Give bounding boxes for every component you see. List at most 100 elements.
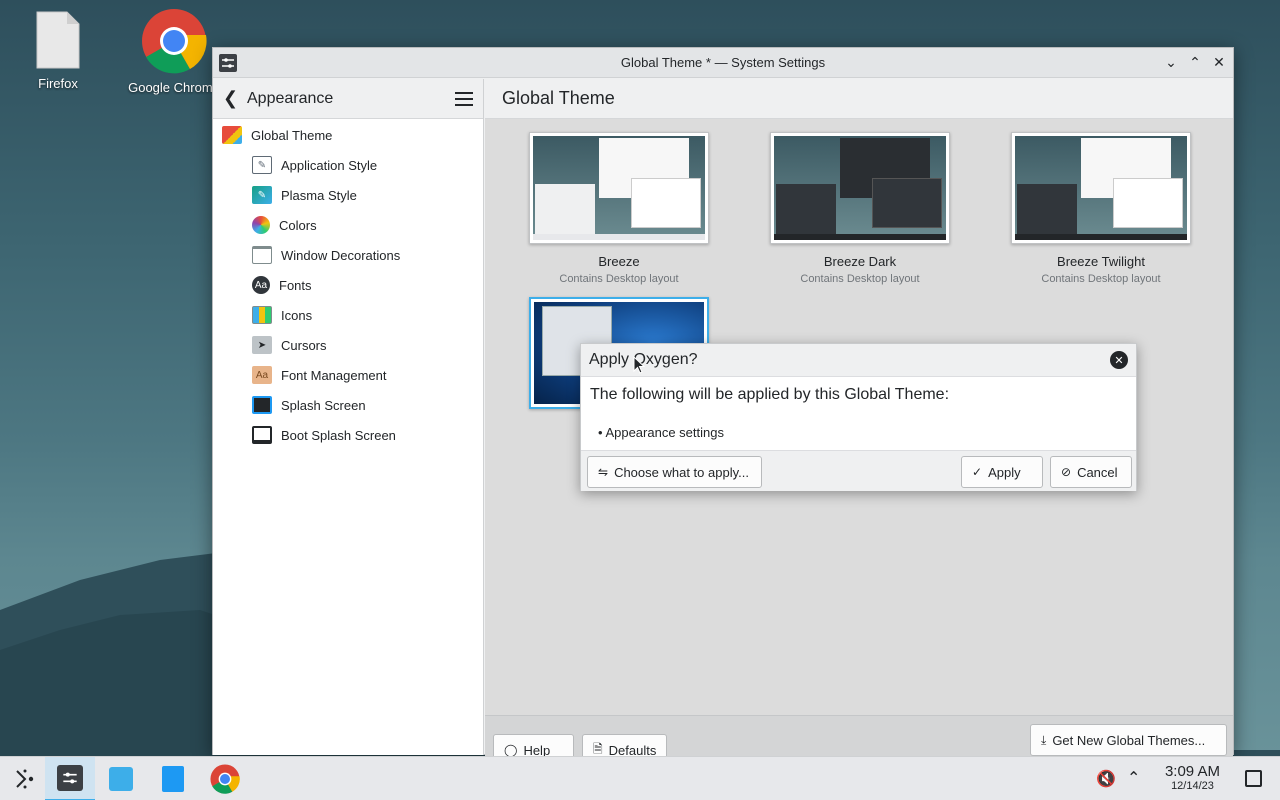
- theme-card-breeze-twilight[interactable]: Breeze Twilight Contains Desktop layout: [981, 132, 1221, 285]
- fonts-icon: Aa: [252, 276, 270, 294]
- global-theme-icon: [222, 126, 242, 144]
- chrome-icon: [210, 764, 240, 794]
- theme-thumbnail: [1011, 132, 1191, 244]
- sidebar-item-global-theme[interactable]: Global Theme: [213, 120, 483, 150]
- launcher-icon: [16, 769, 34, 789]
- checkmark-icon: ✓: [972, 465, 983, 479]
- sidebar-item-cursors[interactable]: ➤ Cursors: [213, 330, 483, 360]
- font-management-icon: Aa: [252, 366, 272, 384]
- theme-subtitle: Contains Desktop layout: [1041, 273, 1161, 285]
- theme-name: Breeze Twilight: [1057, 254, 1145, 269]
- download-icon: ⤓: [1041, 732, 1047, 747]
- sidebar-item-label: Colors: [279, 217, 317, 233]
- taskbar-system-settings[interactable]: [45, 757, 95, 800]
- hamburger-menu-icon[interactable]: [455, 91, 473, 106]
- sidebar-item-fonts[interactable]: Aa Fonts: [213, 270, 483, 300]
- theme-subtitle: Contains Desktop layout: [800, 273, 920, 285]
- tray-expand-chevron-icon[interactable]: ⌃: [1127, 768, 1140, 788]
- clock-date: 12/14/23: [1171, 780, 1214, 792]
- apply-theme-dialog: Apply Oxygen? ✕ The following will be ap…: [580, 343, 1137, 491]
- sidebar-item-label: Fonts: [279, 277, 312, 293]
- sidebar-item-label: Cursors: [281, 337, 327, 353]
- sidebar-header: ❮ Appearance: [213, 79, 483, 119]
- window-title: Global Theme * — System Settings: [620, 55, 826, 70]
- icons-icon: [252, 306, 272, 324]
- clock-time: 3:09 AM: [1164, 763, 1220, 780]
- plasma-style-icon: ✎: [252, 186, 272, 204]
- sidebar-item-font-management[interactable]: Aa Font Management: [213, 360, 483, 390]
- window-titlebar[interactable]: Global Theme * — System Settings ⌄ ⌃ ✕: [213, 48, 1233, 78]
- choose-label: Choose what to apply...: [614, 464, 749, 480]
- mouse-cursor-icon: [633, 356, 645, 374]
- clock[interactable]: 3:09 AM 12/14/23: [1165, 763, 1220, 792]
- sidebar-item-colors[interactable]: Colors: [213, 210, 483, 240]
- sidebar-item-splash-screen[interactable]: Splash Screen: [213, 390, 483, 420]
- sidebar-item-label: Splash Screen: [281, 397, 366, 413]
- dialog-title: Apply Oxygen?: [589, 351, 698, 368]
- sidebar: ❮ Appearance Global Theme ✎ Application …: [213, 79, 484, 755]
- sidebar-item-boot-splash-screen[interactable]: Boot Splash Screen: [213, 420, 483, 450]
- apply-label: Apply: [988, 464, 1021, 480]
- volume-muted-icon[interactable]: 🔇: [1096, 769, 1116, 789]
- close-icon[interactable]: ✕: [1211, 54, 1227, 70]
- back-arrow-icon[interactable]: ❮: [223, 88, 247, 109]
- boot-splash-screen-icon: [252, 426, 272, 444]
- theme-card-breeze-dark[interactable]: Breeze Dark Contains Desktop layout: [740, 132, 980, 285]
- apply-button[interactable]: ✓ Apply: [961, 456, 1043, 488]
- cursors-icon: ➤: [252, 336, 272, 354]
- sidebar-item-window-decorations[interactable]: Window Decorations: [213, 240, 483, 270]
- taskbar-discover[interactable]: [96, 757, 146, 800]
- splash-screen-icon: [252, 396, 272, 414]
- taskbar-chrome[interactable]: [200, 757, 250, 800]
- cancel-icon: ⊘: [1061, 465, 1072, 479]
- system-settings-icon: [219, 54, 237, 72]
- colors-icon: [252, 216, 270, 234]
- sidebar-item-label: Application Style: [281, 157, 378, 173]
- system-settings-icon: [57, 765, 83, 791]
- chrome-icon: [142, 9, 207, 74]
- dialog-list-item: • Appearance settings: [598, 425, 724, 440]
- sidebar-item-label: Plasma Style: [281, 187, 357, 203]
- help-icon: ◯: [504, 743, 518, 757]
- theme-thumbnail: [770, 132, 950, 244]
- page-title: Global Theme: [485, 79, 1233, 119]
- sidebar-item-label: Global Theme: [251, 127, 333, 143]
- sidebar-item-label: Icons: [281, 307, 313, 323]
- file-manager-icon: [162, 766, 184, 792]
- sliders-icon: ⇋: [598, 465, 609, 479]
- theme-name: Breeze Dark: [823, 254, 897, 269]
- choose-what-to-apply-button[interactable]: ⇋ Choose what to apply...: [587, 456, 762, 488]
- cancel-label: Cancel: [1077, 464, 1118, 480]
- taskbar-file-manager[interactable]: [148, 757, 198, 800]
- dialog-header: Apply Oxygen? ✕: [581, 344, 1136, 377]
- window-decorations-icon: [252, 246, 272, 264]
- dialog-message: The following will be applied by this Gl…: [590, 386, 950, 403]
- application-launcher[interactable]: [0, 757, 50, 800]
- sidebar-item-label: Window Decorations: [281, 247, 401, 263]
- theme-subtitle: Contains Desktop layout: [559, 273, 679, 285]
- desktop-icon-label: Google Chrome: [128, 80, 220, 95]
- application-style-icon: ✎: [252, 156, 272, 174]
- show-desktop-icon[interactable]: [1245, 770, 1262, 787]
- theme-name: Breeze: [598, 254, 640, 269]
- taskbar: 🔇 ⌃ 3:09 AM 12/14/23: [0, 756, 1280, 800]
- get-new-themes-label: Get New Global Themes...: [1052, 732, 1206, 748]
- sidebar-heading: Appearance: [247, 89, 334, 107]
- desktop-icon-firefox[interactable]: Firefox: [8, 10, 108, 91]
- dialog-footer: ⇋ Choose what to apply... ✓ Apply ⊘ Canc…: [581, 450, 1136, 491]
- theme-thumbnail: [529, 132, 709, 244]
- sidebar-item-label: Boot Splash Screen: [281, 427, 396, 443]
- get-new-themes-button[interactable]: ⤓ Get New Global Themes...: [1030, 724, 1227, 756]
- sidebar-item-plasma-style[interactable]: ✎ Plasma Style: [213, 180, 483, 210]
- sidebar-item-icons[interactable]: Icons: [213, 300, 483, 330]
- file-icon: [36, 11, 80, 69]
- cancel-button[interactable]: ⊘ Cancel: [1050, 456, 1132, 488]
- minimize-icon[interactable]: ⌄: [1163, 54, 1179, 70]
- theme-card-breeze[interactable]: Breeze Contains Desktop layout: [499, 132, 739, 285]
- sidebar-item-application-style[interactable]: ✎ Application Style: [213, 150, 483, 180]
- close-icon[interactable]: ✕: [1110, 351, 1128, 369]
- desktop-icon-chrome[interactable]: Google Chrome: [124, 8, 224, 95]
- sidebar-item-label: Font Management: [281, 367, 387, 383]
- desktop-icon-label: Firefox: [38, 76, 78, 91]
- maximize-icon[interactable]: ⌃: [1187, 54, 1203, 70]
